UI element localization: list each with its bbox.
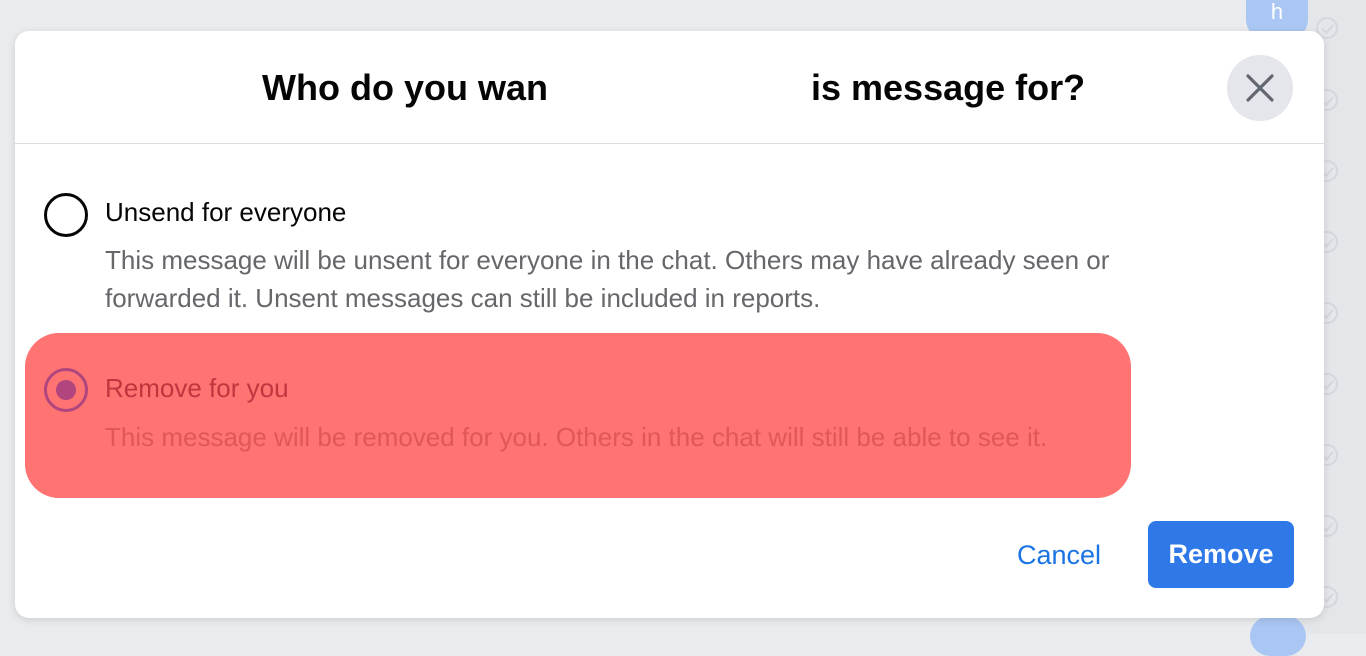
- dialog-title: Who do you wan: [262, 67, 548, 108]
- option-description: This message will be unsent for everyone…: [105, 245, 1110, 313]
- avatar: [1250, 616, 1306, 656]
- radio-selected-dot: [56, 380, 76, 400]
- close-button[interactable]: [1227, 55, 1293, 121]
- dialog-header: Who do you wan is message for?: [15, 31, 1324, 144]
- option-description: This message will be removed for you. Ot…: [105, 422, 1048, 452]
- unsend-dialog: Who do you wan is message for? Unsend fo…: [15, 31, 1324, 618]
- radio-button[interactable]: [44, 193, 88, 237]
- option-label: Unsend for everyone: [105, 197, 347, 227]
- remove-button[interactable]: Remove: [1148, 521, 1294, 588]
- radio-button[interactable]: [44, 368, 88, 412]
- dialog-title: is message for?: [811, 67, 1086, 108]
- cancel-button[interactable]: Cancel: [1003, 523, 1115, 587]
- option-label: Remove for you: [105, 373, 289, 403]
- option-unsend-for-everyone[interactable]: Unsend for everyone This message will be…: [15, 185, 1324, 315]
- close-icon: [1246, 74, 1274, 102]
- option-remove-for-you[interactable]: Remove for you This message will be remo…: [15, 358, 1324, 488]
